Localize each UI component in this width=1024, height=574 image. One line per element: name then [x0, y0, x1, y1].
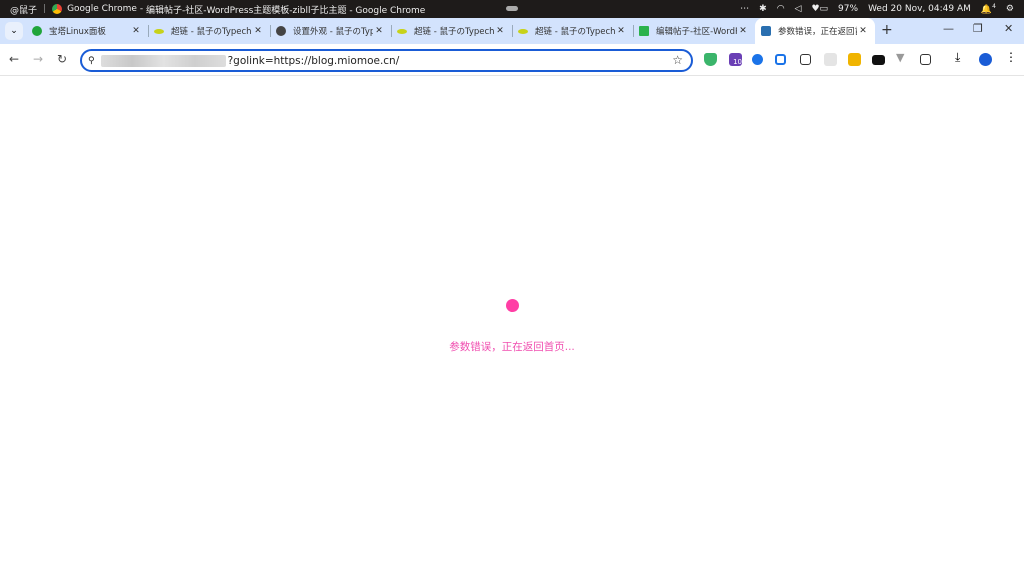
settings-icon[interactable]: ⚙	[1006, 4, 1014, 14]
profile-avatar[interactable]	[979, 53, 992, 66]
adguard-extension-icon[interactable]	[704, 53, 717, 66]
duck-extension-icon[interactable]	[848, 53, 861, 66]
close-icon[interactable]: ✕	[252, 26, 264, 36]
tab-4[interactable]: 超链 - 鼠子のTypecho ✕	[512, 18, 633, 44]
workspace-indicator[interactable]	[506, 6, 518, 11]
tab-5[interactable]: 编辑帖子-社区-WordPress✕	[633, 18, 755, 44]
site-info-icon[interactable]: ⚲	[88, 56, 95, 66]
globe-icon	[276, 26, 286, 36]
close-icon[interactable]: ✕	[373, 26, 385, 36]
site-icon	[761, 26, 771, 36]
menu-kebab-icon[interactable]: ⋮	[1005, 50, 1018, 64]
bookmark-star-icon[interactable]: ☆	[672, 53, 683, 67]
tab-label: 超链 - 鼠子のTypecho	[414, 27, 494, 37]
restore-button[interactable]: ❐	[973, 22, 983, 35]
blurred-url	[100, 54, 226, 67]
cat-extension-icon[interactable]	[824, 53, 837, 66]
reload-button[interactable]: ↻	[57, 52, 67, 66]
extension-badge-icon[interactable]: 10	[729, 53, 742, 66]
tab-label: 编辑帖子-社区-WordPress	[656, 27, 737, 37]
notification-icon[interactable]: 🔔4	[981, 3, 996, 15]
extensions-puzzle-icon[interactable]	[920, 54, 931, 65]
volume-icon[interactable]: ◁	[795, 4, 802, 14]
v-extension-icon[interactable]: ▼	[896, 51, 909, 64]
minimize-button[interactable]: —	[943, 22, 954, 35]
toolbar: ← → ↻ ⚲ ?golink=https://blog.miomoe.cn/ …	[0, 44, 1024, 76]
close-icon[interactable]: ✕	[494, 26, 506, 36]
back-button[interactable]: ←	[9, 52, 19, 66]
tab-1[interactable]: 超链 - 鼠子のTypecho ✕	[148, 18, 270, 44]
shield-icon	[32, 26, 42, 36]
notification-count: 4	[992, 3, 996, 10]
leaf-icon	[518, 28, 528, 34]
tab-2[interactable]: 设置外观 - 鼠子のTypecho✕	[270, 18, 391, 44]
os-window-title: 编辑帖子-社区-WordPress主题模板-zibll子比主题 - Google…	[145, 5, 426, 16]
tab-search-button[interactable]: ⌄	[5, 22, 23, 40]
extension-blue-icon[interactable]	[752, 54, 763, 65]
wifi-icon[interactable]: ◠	[777, 4, 785, 14]
image-extension-icon[interactable]	[800, 54, 811, 65]
tab-6-active[interactable]: 参数错误，正在返回首页✕	[755, 18, 875, 44]
close-icon[interactable]: ✕	[130, 26, 142, 36]
address-bar[interactable]: ⚲ ?golink=https://blog.miomoe.cn/ ☆	[80, 49, 693, 72]
tab-3[interactable]: 超链 - 鼠子のTypecho ✕	[391, 18, 512, 44]
tab-label: 参数错误，正在返回首页	[778, 27, 857, 37]
os-top-bar: @鼠子 | Google Chrome - 编辑帖子-社区-WordPress主…	[0, 0, 1024, 18]
loading-spinner	[506, 299, 519, 312]
close-icon[interactable]: ✕	[857, 26, 869, 36]
tab-strip: ⌄ 宝塔Linux面板 ✕ 超链 - 鼠子のTypecho ✕ 设置外观 - 鼠子の…	[0, 18, 1024, 44]
tab-label: 超链 - 鼠子のTypecho	[535, 27, 615, 37]
chrome-icon	[52, 4, 63, 14]
redirect-message: 参数错误，正在返回首页...	[449, 341, 575, 353]
more-icon[interactable]: ⋯	[740, 4, 749, 14]
forward-button[interactable]: →	[33, 52, 43, 66]
clock[interactable]: Wed 20 Nov, 04:49 AM	[868, 4, 971, 14]
os-user: @鼠子	[10, 5, 38, 16]
new-tab-button[interactable]: +	[881, 22, 893, 38]
tab-0[interactable]: 宝塔Linux面板 ✕	[26, 18, 148, 44]
extension-badge: 10	[733, 58, 742, 66]
tampermonkey-extension-icon[interactable]	[872, 55, 885, 65]
z-icon	[639, 26, 649, 36]
url-text: ?golink=https://blog.miomoe.cn/	[227, 54, 400, 67]
bluetooth-icon[interactable]: ✱	[759, 4, 767, 14]
crop-extension-icon[interactable]	[775, 54, 786, 65]
tab-label: 设置外观 - 鼠子のTypecho	[293, 27, 373, 37]
leaf-icon	[397, 28, 407, 34]
tab-label: 宝塔Linux面板	[49, 27, 106, 37]
battery-percent: 97%	[838, 4, 859, 14]
os-app-name: Google Chrome	[67, 4, 137, 14]
close-icon[interactable]: ✕	[615, 26, 627, 36]
close-window-button[interactable]: ✕	[1004, 22, 1013, 35]
battery-icon[interactable]: ♥▭	[811, 4, 828, 14]
tab-label: 超链 - 鼠子のTypecho	[171, 27, 252, 37]
download-icon[interactable]: ⤓	[955, 50, 968, 64]
close-icon[interactable]: ✕	[737, 26, 749, 36]
leaf-icon	[154, 28, 164, 34]
